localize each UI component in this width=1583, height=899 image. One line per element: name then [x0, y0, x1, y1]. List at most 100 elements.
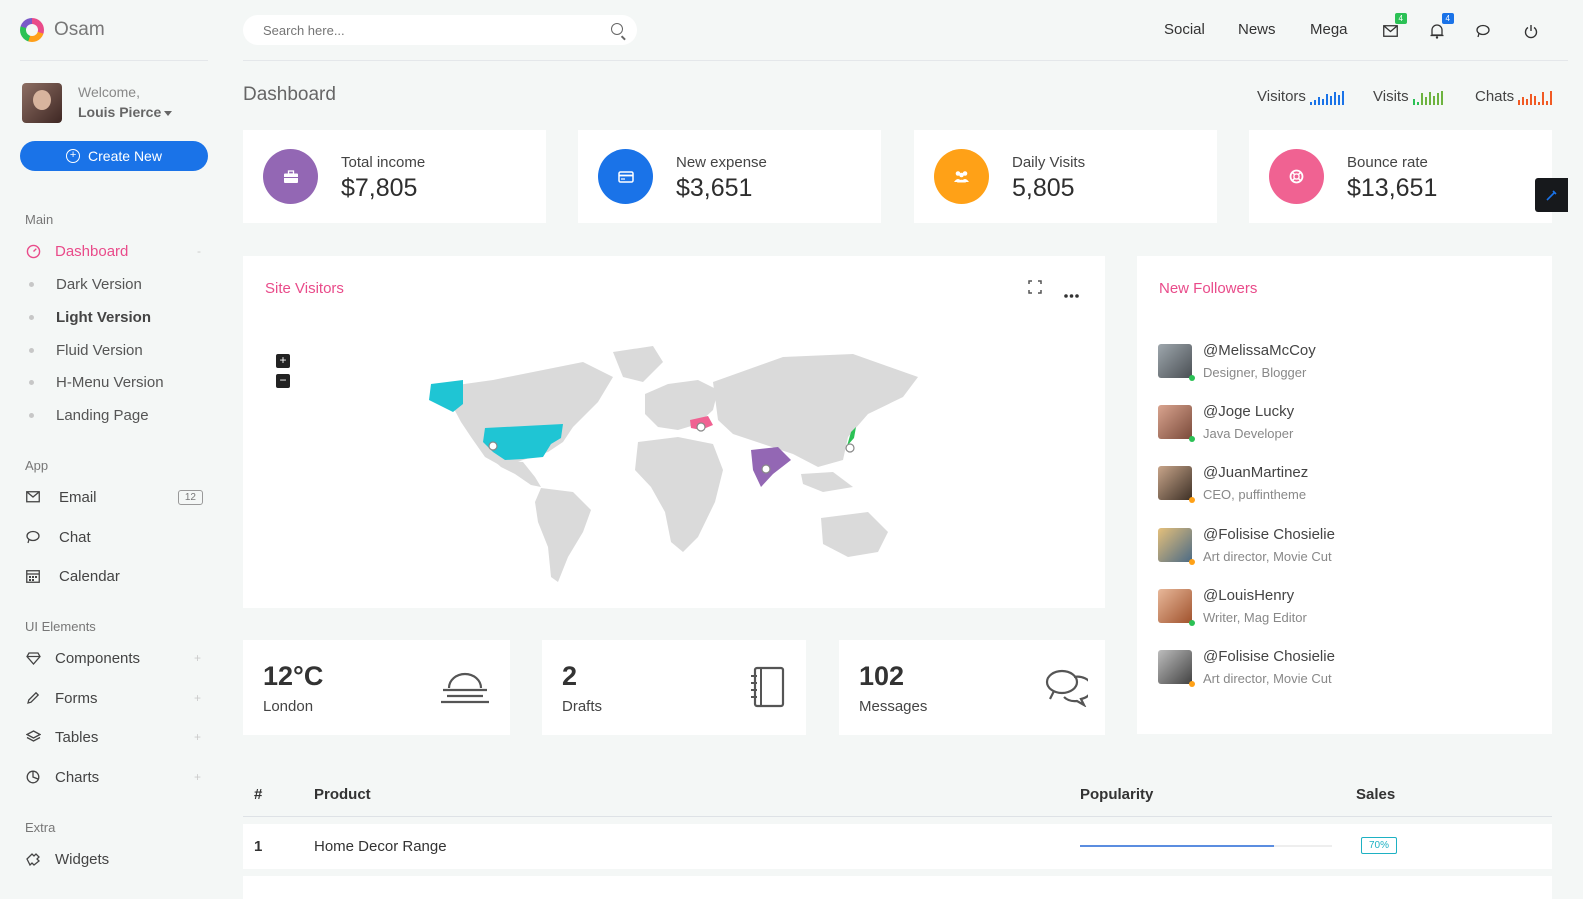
nav-social[interactable]: Social [1164, 21, 1205, 38]
sidebar-subitem-label: Dark Version [56, 276, 142, 293]
sidebar-subitem-dark[interactable]: Dark Version [29, 276, 142, 293]
fullscreen-icon[interactable] [1028, 280, 1042, 299]
settings-panel-toggle[interactable] [1535, 178, 1568, 212]
nav-mega[interactable]: Mega [1310, 21, 1348, 38]
mail-button[interactable]: 4 [1381, 13, 1407, 40]
sidebar-subitem-label: Landing Page [56, 407, 149, 424]
avatar [1158, 650, 1195, 687]
follower-role: Art director, Movie Cut [1203, 549, 1332, 564]
follower-item[interactable]: @Folisise Chosielie Art director, Movie C… [1158, 648, 1335, 687]
follower-role: Art director, Movie Cut [1203, 671, 1332, 686]
bullet-icon [29, 282, 34, 287]
search-input[interactable] [243, 15, 583, 45]
avatar [1158, 528, 1195, 565]
bell-icon [1430, 24, 1444, 39]
messages-label: Messages [859, 698, 928, 715]
follower-role: Writer, Mag Editor [1203, 610, 1307, 625]
sidebar-item-email[interactable]: Email 12 [25, 486, 205, 508]
follower-handle: @LouisHenry [1203, 587, 1295, 604]
life-ring-icon [1289, 169, 1304, 184]
user-name-dropdown[interactable]: Louis Pierce [78, 104, 173, 120]
chat-bubbles-icon [1476, 24, 1490, 38]
sidebar-item-tables[interactable]: Tables + [25, 726, 205, 748]
mini-stat-chats: Chats [1475, 88, 1553, 105]
chat-icon [25, 529, 41, 545]
stat-card-daily-visits: Daily Visits 5,805 [914, 130, 1217, 223]
sidebar-item-dashboard[interactable]: Dashboard - [25, 240, 205, 262]
product-name: Home Decor Range [314, 838, 447, 855]
follower-handle: @MelissaMcCoy [1203, 342, 1316, 359]
page-title: Dashboard [243, 84, 336, 105]
follower-item[interactable]: @JuanMartinez CEO, puffintheme [1158, 464, 1309, 503]
follower-handle: @Joge Lucky [1203, 403, 1295, 420]
more-options-icon[interactable] [1064, 285, 1079, 303]
sidebar-subitem-fluid[interactable]: Fluid Version [29, 342, 143, 359]
sidebar-item-forms[interactable]: Forms + [25, 687, 205, 709]
mini-stat-label: Visitors [1257, 88, 1306, 105]
table-header-sales[interactable]: Sales [1356, 786, 1395, 803]
brush-icon [1546, 189, 1557, 201]
table-row[interactable] [243, 876, 1552, 899]
sidebar-subitem-label: H-Menu Version [56, 374, 164, 391]
sidebar-item-charts[interactable]: Charts + [25, 766, 205, 788]
sidebar-subitem-label: Fluid Version [56, 342, 143, 359]
brand-logo[interactable]: Osam [20, 18, 105, 42]
world-map[interactable] [423, 342, 923, 587]
search-icon[interactable] [611, 23, 623, 35]
notifications-button[interactable]: 4 [1428, 13, 1454, 40]
table-row[interactable]: 1 Home Decor Range 70% [243, 824, 1552, 869]
temperature-value: 12°C [263, 661, 324, 691]
sidebar-item-label: Charts [55, 768, 100, 786]
collapse-icon: - [197, 244, 201, 258]
map-zoom-in-button[interactable]: + [276, 354, 290, 368]
map-region-alaska [429, 380, 463, 412]
map-marker [845, 443, 855, 453]
avatar [1158, 589, 1195, 626]
stat-value: 5,805 [1012, 174, 1075, 202]
follower-item[interactable]: @MelissaMcCoy Designer, Blogger [1158, 342, 1316, 381]
puzzle-icon [25, 851, 41, 867]
avatar [1158, 405, 1195, 442]
bullet-icon [29, 348, 34, 353]
create-new-label: Create New [88, 148, 162, 164]
sidebar-item-label: Components [55, 649, 141, 667]
stat-value: $3,651 [676, 174, 753, 202]
credit-card-icon [617, 170, 634, 183]
sidebar-subitem-landing[interactable]: Landing Page [29, 407, 149, 424]
nav-news[interactable]: News [1238, 21, 1276, 38]
speedometer-icon [25, 243, 41, 259]
follower-item[interactable]: @Folisise Chosielie Art director, Movie C… [1158, 526, 1335, 565]
sidebar-subitem-hmenu[interactable]: H-Menu Version [29, 374, 164, 391]
follower-handle: @JuanMartinez [1203, 464, 1309, 481]
sidebar-item-components[interactable]: Components + [25, 647, 205, 669]
map-zoom-out-button[interactable]: − [276, 374, 290, 388]
stat-icon-circle [598, 149, 653, 204]
create-new-button[interactable]: + Create New [20, 141, 208, 171]
table-header-popularity[interactable]: Popularity [1080, 786, 1153, 803]
visits-sparkline [1412, 91, 1443, 105]
follower-item[interactable]: @LouisHenry Writer, Mag Editor [1158, 587, 1307, 626]
avatar[interactable] [22, 83, 62, 123]
chat-button[interactable] [1475, 22, 1493, 40]
mini-stat-visits: Visits [1373, 88, 1443, 105]
follower-handle: @Folisise Chosielie [1203, 648, 1335, 665]
expand-icon: + [193, 730, 201, 744]
sidebar-item-chat[interactable]: Chat [25, 526, 205, 548]
sidebar-item-label: Chat [59, 528, 91, 546]
stat-label: New expense [676, 154, 767, 171]
table-header-product[interactable]: Product [314, 786, 371, 803]
follower-item[interactable]: @Joge Lucky Java Developer [1158, 403, 1295, 442]
chats-sparkline [1518, 91, 1553, 105]
mail-badge: 4 [1394, 13, 1407, 24]
sidebar-item-calendar[interactable]: Calendar [25, 565, 205, 587]
table-header-num: # [254, 786, 263, 803]
mini-stat-label: Visits [1373, 88, 1409, 105]
stat-label: Daily Visits [1012, 154, 1086, 171]
top-bar: Social News Mega 4 4 [243, 0, 1568, 61]
sidebar-subitem-light[interactable]: Light Version [29, 309, 151, 326]
stat-icon-circle [934, 149, 989, 204]
power-button[interactable] [1522, 22, 1540, 40]
follower-role: Designer, Blogger [1203, 365, 1307, 380]
drafts-value: 2 [562, 661, 578, 691]
sidebar-item-widgets[interactable]: Widgets [25, 848, 205, 870]
